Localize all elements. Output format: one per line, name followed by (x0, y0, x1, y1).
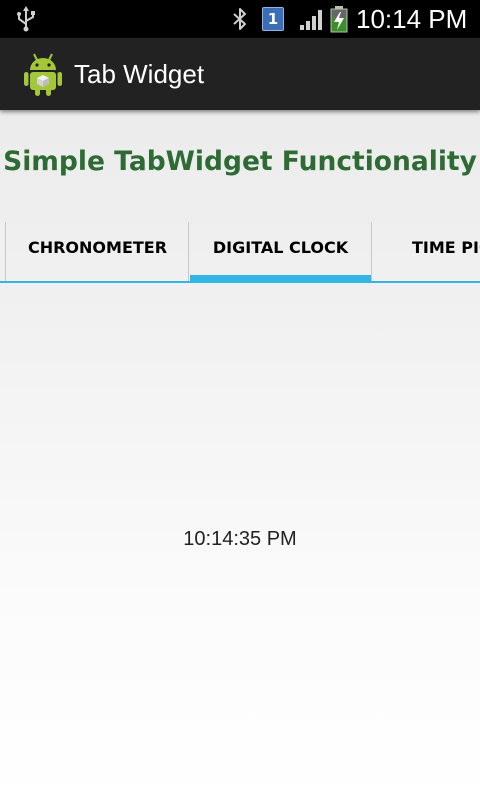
digital-clock-value: 10:14:35 PM (183, 528, 297, 550)
tab-digital-clock[interactable]: DIGITAL CLOCK (188, 222, 372, 281)
app-title: Tab Widget (74, 59, 205, 89)
tab-chronometer[interactable]: CHRONOMETER (5, 222, 189, 281)
selected-tab-indicator (190, 275, 372, 281)
usb-icon (17, 6, 35, 32)
battery-charging-icon (330, 6, 348, 33)
signal-icon (300, 10, 322, 30)
bluetooth-icon (233, 8, 246, 30)
status-bar: 1 10:14 PM (0, 0, 480, 38)
page-heading: Simple TabWidget Functionality (3, 146, 477, 177)
status-clock: 10:14 PM (356, 4, 468, 34)
tab-label: CHRONOMETER (27, 238, 168, 257)
tab-time-picker[interactable]: TIME PIC (371, 222, 480, 281)
tab-strip: CHRONOMETER DIGITAL CLOCK TIME PIC (0, 222, 480, 283)
tab-label: TIME PIC (412, 238, 480, 257)
action-bar: Tab Widget (0, 38, 480, 110)
notification-badge: 1 (262, 7, 284, 31)
tab-label: DIGITAL CLOCK (212, 238, 349, 257)
android-app-icon[interactable] (22, 51, 64, 97)
